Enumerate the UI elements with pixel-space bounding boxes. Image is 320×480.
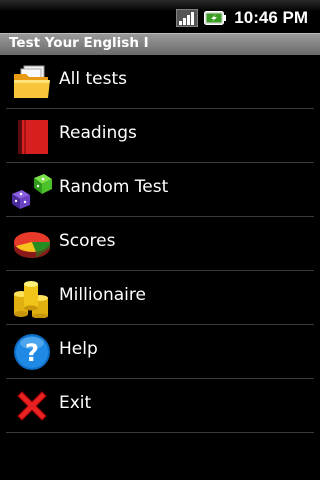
help-icon: ? bbox=[12, 332, 52, 372]
menu-item-scores[interactable]: Scores bbox=[6, 217, 314, 271]
status-bar: 10:46 PM bbox=[0, 0, 320, 33]
menu-item-label: Help bbox=[59, 339, 98, 359]
menu-item-millionaire[interactable]: Millionaire bbox=[6, 271, 314, 325]
coins-icon bbox=[12, 278, 52, 319]
menu-item-all-tests[interactable]: All tests bbox=[6, 55, 314, 109]
menu-item-label: Readings bbox=[59, 123, 137, 143]
menu-item-exit[interactable]: Exit bbox=[6, 379, 314, 433]
battery-charging-icon bbox=[204, 10, 227, 26]
status-clock: 10:46 PM bbox=[234, 8, 308, 27]
dice-icon bbox=[12, 170, 52, 210]
menu-item-label: Millionaire bbox=[59, 285, 146, 305]
folder-icon bbox=[12, 62, 52, 102]
svg-text:?: ? bbox=[25, 339, 39, 367]
menu-item-random-test[interactable]: Random Test bbox=[6, 163, 314, 217]
main-menu: All tests Readings Random Test Scores Mi… bbox=[6, 55, 314, 433]
menu-item-readings[interactable]: Readings bbox=[6, 109, 314, 163]
status-icons: 10:46 PM bbox=[176, 8, 308, 28]
app-title: Test Your English I bbox=[9, 35, 149, 51]
close-icon bbox=[12, 386, 52, 426]
pie-chart-icon bbox=[12, 224, 52, 264]
signal-icon bbox=[176, 9, 199, 27]
menu-item-label: Exit bbox=[59, 393, 92, 413]
title-bar: Test Your English I bbox=[0, 33, 320, 55]
menu-item-label: All tests bbox=[59, 69, 127, 89]
menu-item-label: Scores bbox=[59, 231, 116, 251]
menu-item-label: Random Test bbox=[59, 177, 169, 197]
book-icon bbox=[12, 116, 52, 156]
menu-item-help[interactable]: ? Help bbox=[6, 325, 314, 379]
